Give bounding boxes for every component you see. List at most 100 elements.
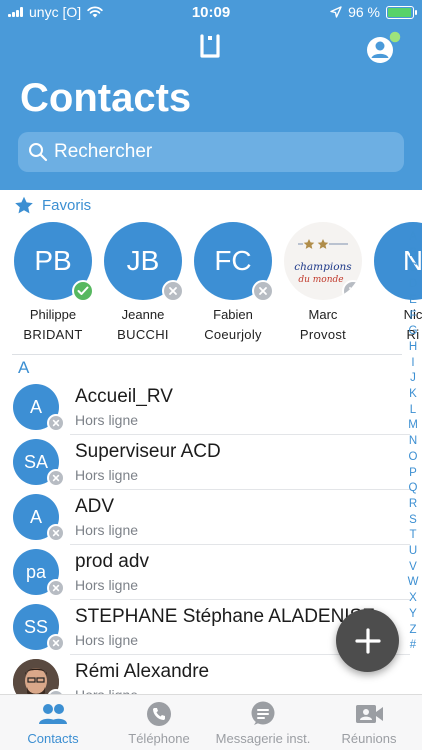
avatar-initials: A xyxy=(29,507,42,527)
svg-text:du monde: du monde xyxy=(298,275,343,285)
index-letter[interactable]: T xyxy=(404,528,422,544)
phone-icon xyxy=(147,702,171,726)
contact-status: Hors ligne xyxy=(75,467,139,483)
index-letter[interactable]: Z xyxy=(404,623,422,639)
status-right: 96 % xyxy=(330,4,417,20)
contact-name: ADV xyxy=(75,496,115,517)
favorites-carousel[interactable]: PB Philippe BRIDANT JB Jeanne BUCCHI FC … xyxy=(0,222,422,354)
online-status-icon xyxy=(72,280,94,302)
offline-status-icon xyxy=(252,280,274,302)
battery-percent: 96 % xyxy=(348,4,380,20)
index-letter[interactable]: # xyxy=(404,638,422,654)
add-contact-button[interactable] xyxy=(336,609,399,672)
account-button[interactable] xyxy=(364,30,404,66)
favorite-last-name: Coeurjoly xyxy=(204,327,262,342)
search-icon xyxy=(29,143,48,162)
index-letter[interactable]: P xyxy=(404,466,422,482)
index-letter[interactable]: J xyxy=(404,371,422,387)
brand-logo-icon xyxy=(200,34,220,58)
index-letter[interactable]: U xyxy=(404,544,422,560)
battery-icon xyxy=(386,5,417,19)
index-letter[interactable]: K xyxy=(404,387,422,403)
search-input[interactable]: Rechercher xyxy=(18,132,404,172)
favorite-first-name: Philippe xyxy=(29,307,77,322)
tab-label: Messagerie inst. xyxy=(215,731,311,746)
header-bar: unyc [O] 10:09 96 % Contacts Rechercher xyxy=(0,0,422,190)
offline-status-icon xyxy=(47,524,65,542)
video-icon xyxy=(356,705,383,723)
favorite-contact[interactable]: champions du monde Marc Provost xyxy=(278,222,368,346)
index-letter[interactable]: Y xyxy=(404,607,422,623)
favorites-header: Favoris xyxy=(14,196,91,215)
avatar-initials: pa xyxy=(25,562,47,582)
index-letter[interactable]: E xyxy=(404,293,422,309)
avatar: pa xyxy=(13,549,65,597)
avatar: PB xyxy=(14,222,94,302)
index-letter[interactable]: V xyxy=(404,560,422,576)
index-letter[interactable]: C xyxy=(404,261,422,277)
index-letter[interactable]: O xyxy=(404,450,422,466)
avatar-initials: JB xyxy=(126,245,160,276)
avatar: A xyxy=(13,494,65,542)
offline-status-icon xyxy=(162,280,184,302)
tab-messaging[interactable]: Messagerie inst. xyxy=(210,701,316,746)
avatar-initials: PB xyxy=(34,245,72,276)
contact-status: Hors ligne xyxy=(75,412,139,428)
contact-name: Rémi Alexandre xyxy=(75,661,210,682)
favorites-title: Favoris xyxy=(42,197,92,214)
chat-icon xyxy=(251,701,275,725)
index-letter[interactable]: I xyxy=(404,356,422,372)
index-letter[interactable]: R xyxy=(404,497,422,513)
section-divider xyxy=(12,354,402,355)
index-letter[interactable]: F xyxy=(404,309,422,325)
people-icon xyxy=(39,704,67,724)
favorite-first-name: Jeanne xyxy=(121,307,165,322)
list-item[interactable]: SA Superviseur ACD Hors ligne xyxy=(0,435,422,490)
tab-label: Téléphone xyxy=(128,731,190,746)
favorite-contact[interactable]: PB Philippe BRIDANT xyxy=(8,222,98,346)
contact-status: Hors ligne xyxy=(75,522,139,538)
index-letter[interactable]: D xyxy=(404,277,422,293)
offline-status-icon xyxy=(47,469,65,487)
tab-contacts[interactable]: Contacts xyxy=(0,701,106,746)
tab-telephone[interactable]: Téléphone xyxy=(106,701,212,746)
index-letter[interactable]: X xyxy=(404,591,422,607)
bottom-tab-bar: Contacts Téléphone Messagerie inst. Réun… xyxy=(0,694,422,750)
index-letter[interactable]: G xyxy=(404,324,422,340)
contact-status: Hors ligne xyxy=(75,632,139,648)
list-item[interactable]: A ADV Hors ligne xyxy=(0,490,422,545)
contact-status: Hors ligne xyxy=(75,577,139,593)
list-item[interactable]: A Accueil_RV Hors ligne xyxy=(0,380,422,435)
avatar: JB xyxy=(104,222,184,302)
tab-meetings[interactable]: Réunions xyxy=(316,701,422,746)
svg-text:champions: champions xyxy=(294,261,352,273)
index-letter[interactable]: S xyxy=(404,513,422,529)
page-title: Contacts xyxy=(20,76,192,120)
favorite-contact[interactable]: FC Fabien Coeurjoly xyxy=(188,222,278,346)
favorite-contact[interactable]: JB Jeanne BUCCHI xyxy=(98,222,188,346)
avatar: A xyxy=(13,384,65,432)
index-letter[interactable]: N xyxy=(404,434,422,450)
index-letter[interactable]: A xyxy=(404,230,422,246)
status-bar: unyc [O] 10:09 96 % xyxy=(0,0,422,26)
alphabet-index[interactable]: A B C D E F G H I J K L M N O P Q R S T … xyxy=(404,230,422,654)
tab-label: Contacts xyxy=(27,731,79,746)
section-letter: A xyxy=(18,358,30,377)
favorite-last-name: BUCCHI xyxy=(117,327,169,342)
index-letter[interactable]: Q xyxy=(404,481,422,497)
contact-name: Accueil_RV xyxy=(75,386,173,407)
tab-label: Réunions xyxy=(341,731,397,746)
offline-status-icon xyxy=(47,414,65,432)
search-placeholder: Rechercher xyxy=(54,141,153,162)
location-icon xyxy=(330,6,342,18)
index-letter[interactable]: W xyxy=(404,575,422,591)
index-letter[interactable]: M xyxy=(404,418,422,434)
index-letter[interactable]: L xyxy=(404,403,422,419)
star-icon xyxy=(15,196,33,214)
index-letter[interactable]: H xyxy=(404,340,422,356)
index-letter[interactable]: B xyxy=(404,246,422,262)
offline-status-icon xyxy=(47,634,65,652)
plus-icon xyxy=(354,627,381,654)
contact-name: prod adv xyxy=(75,551,149,572)
list-item[interactable]: pa prod adv Hors ligne xyxy=(0,545,422,600)
